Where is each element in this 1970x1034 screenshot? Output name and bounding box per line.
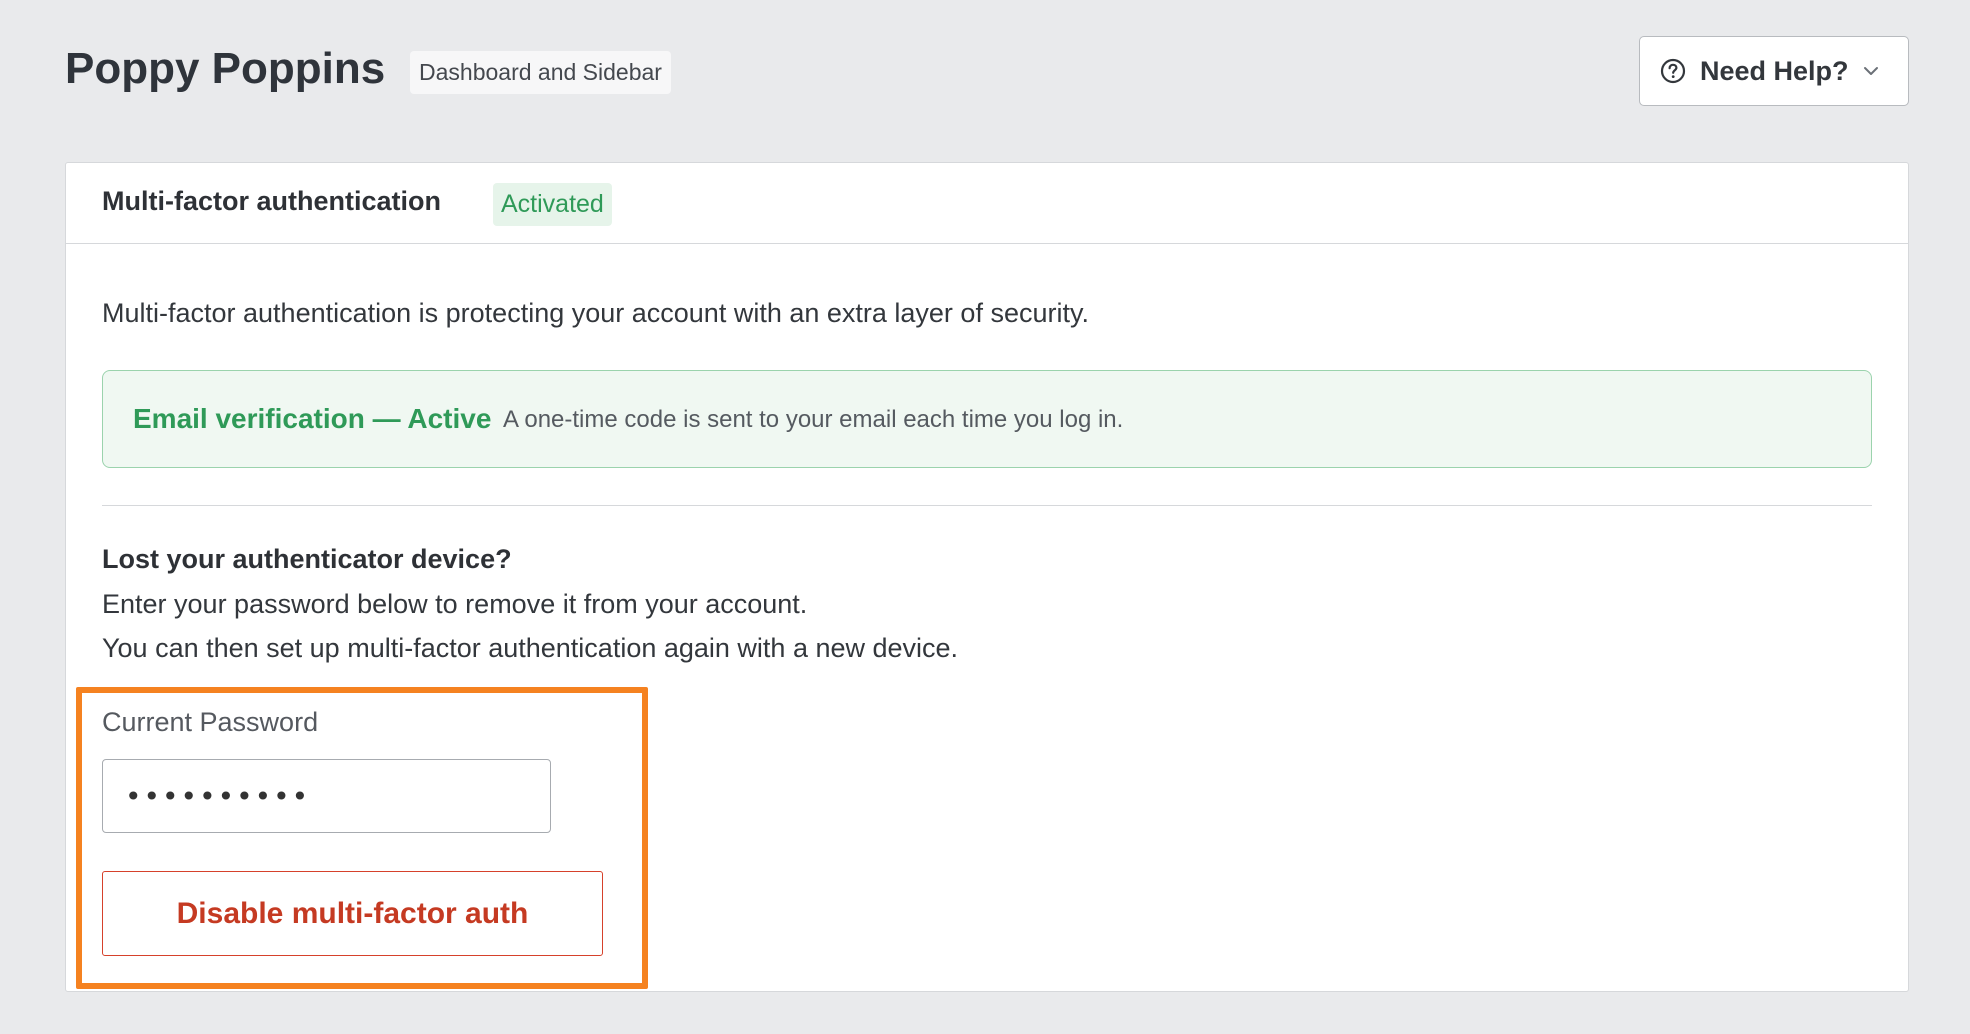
- status-badge: Activated: [493, 183, 612, 226]
- question-circle-icon: [1660, 58, 1686, 84]
- chevron-down-icon: [1863, 66, 1879, 76]
- intro-text: Multi-factor authentication is protectin…: [102, 298, 1089, 328]
- lost-device-text-1: Enter your password below to remove it f…: [102, 589, 808, 619]
- mfa-card: Multi-factor authentication Activated Mu…: [65, 162, 1909, 992]
- divider: [102, 505, 1872, 506]
- card-header: Multi-factor authentication Activated: [66, 163, 1908, 244]
- current-password-input[interactable]: [102, 759, 551, 833]
- lost-device-text-2: You can then set up multi-factor authent…: [102, 633, 959, 663]
- scope-badge: Dashboard and Sidebar: [410, 51, 671, 94]
- method-name: Email verification — Active: [133, 403, 492, 434]
- password-label: Current Password: [102, 707, 319, 737]
- method-description: A one-time code is sent to your email ea…: [503, 406, 1124, 433]
- disable-mfa-button[interactable]: Disable multi-factor auth: [102, 871, 603, 956]
- card-title: Multi-factor authentication: [102, 186, 441, 216]
- need-help-button[interactable]: Need Help?: [1639, 36, 1909, 106]
- page-title: Poppy Poppins: [65, 44, 386, 93]
- page-header: Poppy Poppins Dashboard and Sidebar Need…: [65, 36, 1909, 108]
- method-status-box: Email verification — Active A one-time c…: [102, 370, 1872, 468]
- lost-device-heading: Lost your authenticator device?: [102, 544, 512, 574]
- need-help-label: Need Help?: [1700, 55, 1849, 86]
